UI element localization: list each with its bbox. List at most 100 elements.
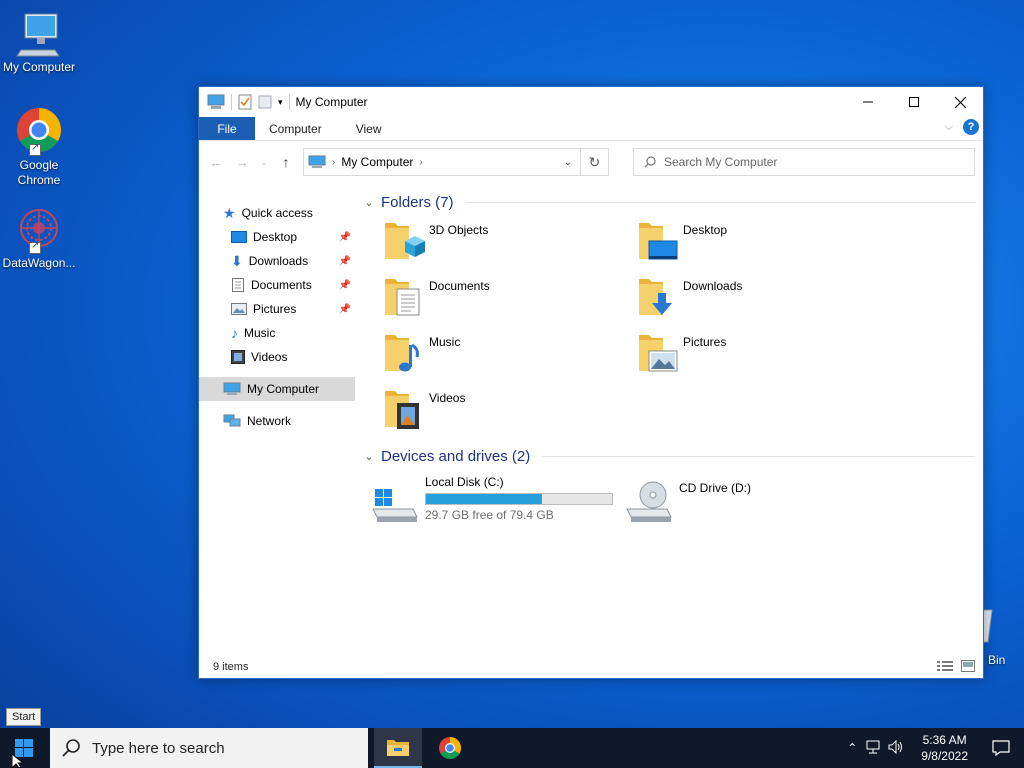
folder-pictures[interactable]: Pictures	[637, 325, 891, 381]
tab-view[interactable]: View	[336, 117, 396, 140]
taskbar-search-box[interactable]: Type here to search	[50, 728, 368, 768]
chrome-icon	[15, 108, 63, 156]
tab-computer[interactable]: Computer	[255, 117, 336, 140]
folder-downloads[interactable]: Downloads	[637, 269, 891, 325]
file-explorer-icon	[387, 740, 409, 756]
folder-videos[interactable]: Videos	[383, 381, 637, 437]
back-button[interactable]: ←	[205, 151, 227, 173]
window-title: My Computer	[295, 95, 368, 109]
drive-name: Local Disk (C:)	[425, 475, 504, 489]
large-icons-view-icon[interactable]	[961, 660, 975, 672]
mouse-cursor-icon	[12, 754, 24, 768]
system-tray: ⌃ 5:36 AM 9/8/2022	[841, 728, 1024, 768]
nav-quick-access[interactable]: ★ Quick access	[199, 201, 355, 225]
pin-icon[interactable]: 📌	[339, 280, 351, 291]
breadcrumb-separator-icon[interactable]: ›	[332, 157, 335, 168]
customize-toolbar-icon[interactable]: ▾	[278, 97, 283, 108]
clock[interactable]: 5:36 AM 9/8/2022	[911, 732, 978, 764]
tab-file[interactable]: File	[199, 117, 255, 140]
nav-item-videos[interactable]: Videos	[199, 345, 355, 369]
group-title: Folders (7)	[381, 193, 454, 211]
new-folder-icon[interactable]	[258, 94, 272, 110]
folder-3d-objects[interactable]: 3D Objects	[383, 213, 637, 269]
breadcrumb-my-computer[interactable]: My Computer	[341, 155, 413, 169]
nav-label: Music	[244, 326, 276, 340]
search-input[interactable]: Search My Computer	[664, 155, 777, 169]
divider	[465, 201, 975, 203]
film-icon	[231, 350, 245, 364]
nav-item-desktop[interactable]: Desktop 📌	[199, 225, 355, 249]
star-icon: ★	[223, 204, 236, 221]
nav-label: My Computer	[247, 382, 320, 396]
music-folder-icon	[385, 335, 419, 372]
properties-icon[interactable]	[238, 94, 252, 110]
start-button[interactable]	[0, 728, 48, 768]
breadcrumb-separator-icon[interactable]: ›	[419, 157, 422, 168]
volume-icon[interactable]	[885, 739, 907, 757]
help-icon[interactable]: ?	[963, 119, 979, 135]
action-center-button[interactable]	[978, 728, 1024, 768]
nav-item-downloads[interactable]: ⬇ Downloads 📌	[199, 249, 355, 273]
up-button[interactable]: ↑	[275, 151, 297, 173]
nav-item-documents[interactable]: Documents 📌	[199, 273, 355, 297]
title-bar[interactable]: ▾ My Computer	[199, 87, 983, 117]
nav-my-computer[interactable]: My Computer	[199, 377, 355, 401]
ribbon-tabs: File Computer View ⌵ ?	[199, 117, 983, 141]
forward-button[interactable]: →	[231, 151, 253, 173]
close-button[interactable]	[937, 87, 983, 117]
refresh-button[interactable]: ↻	[580, 149, 608, 175]
disk-usage-bar	[425, 493, 613, 505]
group-header-devices[interactable]: ⌄ Devices and drives (2)	[363, 445, 975, 467]
desktop-folder-icon	[639, 223, 678, 260]
maximize-button[interactable]	[891, 87, 937, 117]
maximize-icon	[909, 97, 919, 107]
pictures-folder-icon	[639, 335, 678, 372]
pin-icon[interactable]: 📌	[339, 232, 351, 243]
drive-cd-d[interactable]: CD Drive (D:)	[625, 471, 879, 531]
picture-icon	[231, 303, 247, 315]
nav-item-music[interactable]: ♪ Music	[199, 321, 355, 345]
show-hidden-icons-chevron-icon[interactable]: ⌃	[841, 741, 863, 755]
folder-documents[interactable]: Documents	[383, 269, 637, 325]
recent-locations-button[interactable]: ⌄	[257, 151, 271, 173]
expand-ribbon-icon[interactable]: ⌵	[945, 121, 953, 134]
collapse-chevron-icon[interactable]: ⌄	[363, 450, 375, 463]
music-note-icon: ♪	[231, 325, 238, 341]
desktop-icon-datawagon[interactable]: DataWagon...	[0, 206, 78, 270]
computer-icon	[223, 382, 241, 395]
navigation-pane: ★ Quick access Desktop 📌 ⬇ Downloads 📌 D…	[199, 183, 355, 656]
file-explorer-window[interactable]: ▾ My Computer File Computer View ⌵ ? ← →…	[198, 86, 984, 679]
videos-folder-icon	[385, 391, 419, 429]
collapse-chevron-icon[interactable]: ⌄	[363, 196, 375, 209]
drive-name: CD Drive (D:)	[679, 481, 751, 495]
group-header-folders[interactable]: ⌄ Folders (7)	[363, 191, 975, 213]
desktop-icon-chrome[interactable]: Google Chrome	[0, 108, 78, 188]
desktop-icon-my-computer[interactable]: My Computer	[0, 10, 78, 74]
taskbar-file-explorer[interactable]	[374, 728, 422, 768]
details-view-icon[interactable]	[937, 660, 953, 672]
folder-music[interactable]: Music	[383, 325, 637, 381]
nav-label: Network	[247, 414, 292, 428]
address-dropdown-icon[interactable]: ⌄	[556, 157, 580, 168]
minimize-button[interactable]	[845, 87, 891, 117]
desktop-icon-label: My Computer	[2, 60, 76, 74]
pin-icon[interactable]: 📌	[339, 304, 351, 315]
taskbar-search-input[interactable]: Type here to search	[92, 740, 225, 757]
folder-desktop[interactable]: Desktop	[637, 213, 891, 269]
network-status-icon[interactable]	[863, 740, 885, 757]
download-arrow-icon: ⬇	[231, 252, 243, 269]
drive-local-disk-c[interactable]: Local Disk (C:) 29.7 GB free of 79.4 GB	[371, 471, 625, 531]
search-icon	[62, 739, 80, 757]
search-box[interactable]: Search My Computer	[633, 148, 975, 176]
folder-label: Pictures	[683, 335, 727, 349]
address-bar[interactable]: › My Computer › ⌄ ↻	[303, 148, 609, 176]
pin-icon[interactable]: 📌	[339, 256, 351, 267]
desktop-icon-label: DataWagon...	[2, 256, 76, 270]
taskbar-chrome[interactable]	[426, 728, 474, 768]
nav-item-pictures[interactable]: Pictures 📌	[199, 297, 355, 321]
folder-label: Desktop	[683, 223, 728, 237]
downloads-folder-icon	[639, 279, 672, 315]
quick-access-toolbar: ▾	[199, 87, 290, 117]
nav-network[interactable]: Network	[199, 409, 355, 433]
divider	[542, 455, 975, 457]
